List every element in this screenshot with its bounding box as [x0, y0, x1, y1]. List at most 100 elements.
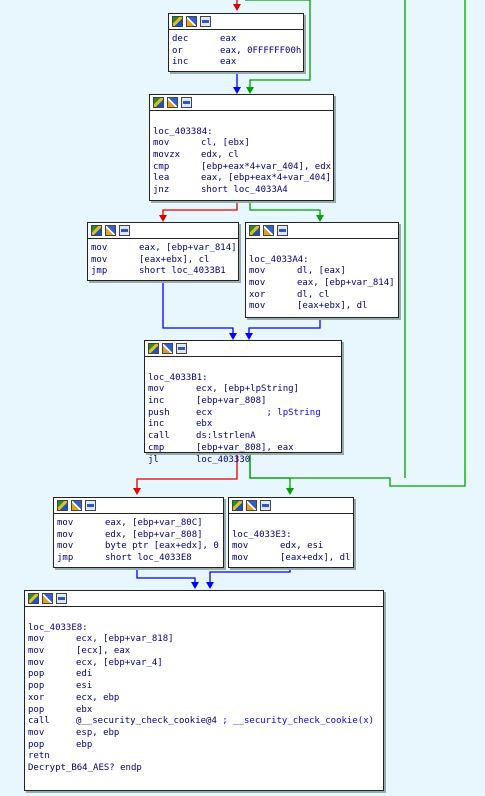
edit-color-icon[interactable] [42, 593, 53, 604]
operand: loc_403330 [196, 454, 251, 465]
operand: short loc_4033B1 [139, 266, 226, 277]
mnemonic: cmp [153, 161, 170, 172]
mnemonic: pop [28, 681, 45, 692]
graph-overview-icon[interactable] [57, 500, 68, 511]
mnemonic: pop [28, 669, 45, 680]
mnemonic: mov [153, 138, 170, 149]
instruction-line: mov eax, [ebp+var_80C] [57, 518, 220, 530]
instruction-line: pop esi [28, 681, 380, 693]
mnemonic: mov [148, 384, 165, 395]
edit-color-icon[interactable] [167, 97, 178, 108]
block-code: loc_4033A4: mov dl, [eax] mov eax, [ebp+var_… [246, 239, 398, 316]
operand: short loc_4033A4 [201, 185, 288, 196]
block-code: mov eax, [ebp+var_814] mov [eax+ebx], cl jmp… [88, 239, 238, 281]
operand: eax, [ebp+var_814] [297, 278, 395, 289]
mnemonic: mov [57, 541, 74, 552]
mnemonic: jmp [91, 266, 108, 277]
edge-b7-b8 [209, 567, 291, 585]
mnemonic: call [28, 716, 50, 727]
instruction-line: mov cl, [ebx] [153, 138, 330, 150]
operand: [ecx], eax [76, 646, 131, 657]
code-view-icon[interactable] [176, 343, 187, 354]
code-view-icon[interactable] [181, 97, 192, 108]
mnemonic: cmp [148, 442, 165, 453]
mnemonic: pop [28, 739, 45, 750]
instruction-line: mov byte ptr [eax+edx], 0 [57, 541, 220, 553]
mnemonic: inc [148, 396, 165, 407]
block-code: loc_4033E3: mov edx, esi mov [eax+edx], dl [229, 514, 353, 568]
code-block[interactable]: loc_4033B1: mov ecx, [ebp+lpString] inc [ebp… [144, 340, 342, 465]
block-code: loc_4033B1: mov ecx, [ebp+lpString] inc [ebp… [145, 357, 341, 469]
mnemonic: inc [172, 57, 189, 68]
operand: esp, ebp [76, 727, 120, 738]
graph-overview-icon[interactable] [91, 225, 102, 236]
graph-overview-icon[interactable] [232, 500, 243, 511]
code-view-icon[interactable] [56, 593, 67, 604]
block-toolbar [246, 223, 398, 239]
operand: ds:lstrlenA [196, 431, 256, 442]
operand: eax, [ebp+var_80C] [105, 518, 203, 528]
edit-color-icon[interactable] [246, 500, 257, 511]
graph-overview-icon[interactable] [249, 225, 260, 236]
block-code: dec eax or eax, 0FFFFFF00h inc eax [169, 30, 303, 72]
edge-b2-b4 [249, 200, 321, 218]
code-label-line [28, 611, 380, 623]
code-view-icon[interactable] [85, 500, 96, 511]
block-toolbar [169, 14, 303, 30]
code-view-icon[interactable] [260, 500, 271, 511]
instruction-line: dec eax [172, 34, 300, 46]
code-label-line: Decrypt_B64_AES? endp [28, 763, 380, 775]
mnemonic: mov [57, 518, 74, 528]
block-toolbar [229, 498, 353, 514]
mnemonic: mov [91, 243, 108, 253]
block-code: loc_403384: mov cl, [ebx] movzx edx, cl cmp [e… [150, 111, 333, 200]
code-block[interactable]: loc_4033E8: mov ecx, [ebp+var_818] mov [ecx]… [24, 590, 384, 791]
mnemonic: xor [28, 692, 45, 703]
code-label: loc_403384: [153, 126, 213, 137]
graph-overview-icon[interactable] [153, 97, 164, 108]
instruction-line: mov edx, [ebp+var_808] [57, 530, 220, 542]
instruction-line: mov [eax+ebx], cl [91, 255, 235, 267]
mnemonic: jnz [153, 185, 170, 196]
operand: ecx, [ebp+lpString] [196, 384, 299, 395]
mnemonic: mov [28, 727, 45, 738]
graph-overview-icon[interactable] [28, 593, 39, 604]
code-block[interactable]: dec eax or eax, 0FFFFFF00h inc eax [168, 13, 304, 72]
mnemonic: jmp [57, 553, 74, 564]
mnemonic: dec [172, 34, 189, 44]
instruction-line: call @__security_check_cookie@4 ; __secur… [28, 716, 380, 728]
code-block[interactable]: loc_4033A4: mov dl, [eax] mov eax, [ebp+var_… [245, 222, 399, 318]
code-label: Decrypt_B64_AES? endp [28, 762, 142, 773]
operand: cl, [ebx] [201, 138, 250, 149]
code-block[interactable]: mov eax, [ebp+var_80C] mov edx, [ebp+var_80… [53, 497, 224, 568]
code-label-line: loc_4033B1: [148, 373, 338, 385]
operand: eax, [ebp+eax*4+var_404] [201, 173, 332, 184]
mnemonic: mov [57, 529, 74, 540]
edit-color-icon[interactable] [162, 343, 173, 354]
operand: ecx [196, 407, 213, 418]
code-block[interactable]: loc_403384: mov cl, [ebx] movzx edx, cl cmp [e… [149, 94, 334, 201]
code-view-icon[interactable] [277, 225, 288, 236]
edit-color-icon[interactable] [263, 225, 274, 236]
edit-color-icon[interactable] [186, 16, 197, 27]
mnemonic: mov [28, 646, 45, 657]
code-view-icon[interactable] [200, 16, 211, 27]
graph-overview-icon[interactable] [172, 16, 183, 27]
mnemonic: or [172, 45, 183, 56]
instruction-line: mov [eax+edx], dl [232, 553, 350, 565]
instruction-line: cmp [ebp+var_808], eax [148, 443, 338, 455]
mnemonic: mov [232, 553, 249, 564]
operand: dl, cl [297, 289, 330, 300]
graph-overview-icon[interactable] [148, 343, 159, 354]
mnemonic: retn [28, 751, 50, 762]
operand: eax, [ebp+var_814] [139, 243, 237, 253]
edit-color-icon[interactable] [105, 225, 116, 236]
mnemonic: jl [148, 454, 159, 465]
code-view-icon[interactable] [119, 225, 130, 236]
operand: edx, esi [280, 541, 324, 552]
code-label-line [148, 361, 338, 373]
edit-color-icon[interactable] [71, 500, 82, 511]
code-label: loc_4033E8: [28, 622, 88, 633]
code-block[interactable]: mov eax, [ebp+var_814] mov [eax+ebx], cl jmp… [87, 222, 239, 281]
code-block[interactable]: loc_4033E3: mov edx, esi mov [eax+edx], dl [228, 497, 354, 568]
